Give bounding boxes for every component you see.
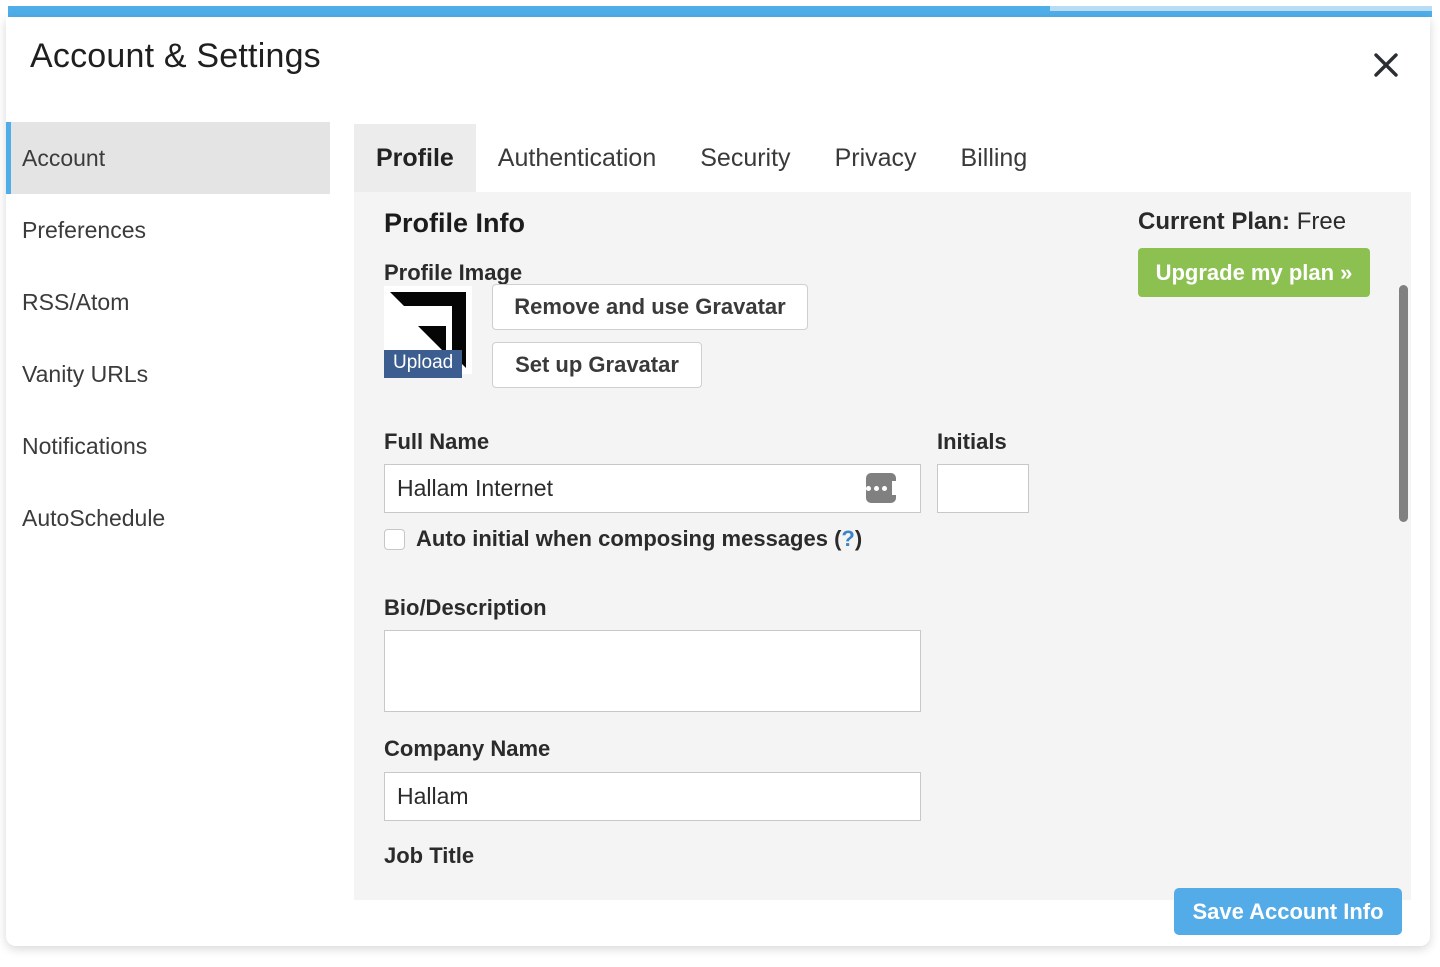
sidebar-item-label: Preferences xyxy=(22,217,146,244)
window-accent-bar-highlight xyxy=(1050,6,1432,11)
auto-initial-row: Auto initial when composing messages (?) xyxy=(384,526,862,552)
upgrade-my-plan-button[interactable]: Upgrade my plan » xyxy=(1138,248,1370,297)
profile-form: Profile Info Profile Image Upload Remove… xyxy=(354,192,1411,900)
content-scrollbar[interactable] xyxy=(1397,260,1411,900)
tab-label: Profile xyxy=(376,144,454,173)
app-root: Account & Settings Account Preferences R… xyxy=(0,0,1440,967)
tab-billing[interactable]: Billing xyxy=(939,124,1050,192)
current-plan-status: Current Plan: Free xyxy=(1138,208,1346,236)
tab-profile[interactable]: Profile xyxy=(354,124,476,192)
bio-description-textarea[interactable] xyxy=(384,630,921,712)
dot xyxy=(866,486,871,491)
sidebar-item-autoschedule[interactable]: AutoSchedule xyxy=(6,482,330,554)
sidebar-item-preferences[interactable]: Preferences xyxy=(6,194,330,266)
tab-authentication[interactable]: Authentication xyxy=(476,124,678,192)
auto-initial-checkbox[interactable] xyxy=(384,529,405,550)
dot xyxy=(882,486,887,491)
section-title: Profile Info xyxy=(384,208,525,239)
company-name-input[interactable] xyxy=(384,772,921,821)
avatar[interactable]: Upload xyxy=(384,286,472,374)
sidebar-item-label: Account xyxy=(22,145,105,172)
page-title: Account & Settings xyxy=(30,37,321,76)
current-plan-label: Current Plan: xyxy=(1138,208,1290,235)
tab-label: Authentication xyxy=(498,144,656,173)
sidebar-item-rss-atom[interactable]: RSS/Atom xyxy=(6,266,330,338)
tab-label: Privacy xyxy=(835,144,917,173)
auto-initial-label-close: ) xyxy=(855,526,862,551)
sidebar-item-label: RSS/Atom xyxy=(22,289,129,316)
settings-content-panel: Profile Authentication Security Privacy … xyxy=(354,124,1411,900)
account-settings-dialog: Account & Settings Account Preferences R… xyxy=(6,17,1430,946)
close-button[interactable] xyxy=(1366,45,1406,85)
scrollbar-thumb[interactable] xyxy=(1399,285,1408,522)
tab-privacy[interactable]: Privacy xyxy=(813,124,939,192)
save-account-info-button[interactable]: Save Account Info xyxy=(1174,888,1402,935)
tab-label: Security xyxy=(700,144,790,173)
cursor-bar xyxy=(892,481,896,495)
profile-image-label: Profile Image xyxy=(384,260,522,286)
auto-initial-label-text: Auto initial when composing messages ( xyxy=(416,526,841,551)
dot xyxy=(874,486,879,491)
settings-sidebar: Account Preferences RSS/Atom Vanity URLs… xyxy=(6,122,330,554)
sidebar-item-vanity-urls[interactable]: Vanity URLs xyxy=(6,338,330,410)
auto-initial-label: Auto initial when composing messages (?) xyxy=(416,526,862,552)
current-plan-value: Free xyxy=(1297,208,1346,235)
upload-badge[interactable]: Upload xyxy=(384,350,462,378)
set-up-gravatar-button[interactable]: Set up Gravatar xyxy=(492,342,702,388)
remove-and-use-gravatar-button[interactable]: Remove and use Gravatar xyxy=(492,284,808,330)
initials-label: Initials xyxy=(937,429,1007,455)
sidebar-item-notifications[interactable]: Notifications xyxy=(6,410,330,482)
full-name-input[interactable] xyxy=(384,464,921,513)
sidebar-item-account[interactable]: Account xyxy=(6,122,330,194)
sidebar-item-label: Notifications xyxy=(22,433,147,460)
close-icon xyxy=(1371,50,1401,80)
sidebar-item-label: AutoSchedule xyxy=(22,505,165,532)
auto-initial-help-link[interactable]: ? xyxy=(841,526,854,551)
tab-security[interactable]: Security xyxy=(678,124,812,192)
tab-label: Billing xyxy=(961,144,1028,173)
job-title-label: Job Title xyxy=(384,843,474,869)
settings-tabbar: Profile Authentication Security Privacy … xyxy=(354,124,1411,192)
password-manager-icon[interactable] xyxy=(866,473,896,503)
initials-input[interactable] xyxy=(937,464,1029,513)
full-name-label: Full Name xyxy=(384,429,489,455)
dialog-header: Account & Settings xyxy=(6,17,1430,107)
company-name-label: Company Name xyxy=(384,736,550,762)
sidebar-item-label: Vanity URLs xyxy=(22,361,148,388)
bio-description-label: Bio/Description xyxy=(384,595,547,621)
